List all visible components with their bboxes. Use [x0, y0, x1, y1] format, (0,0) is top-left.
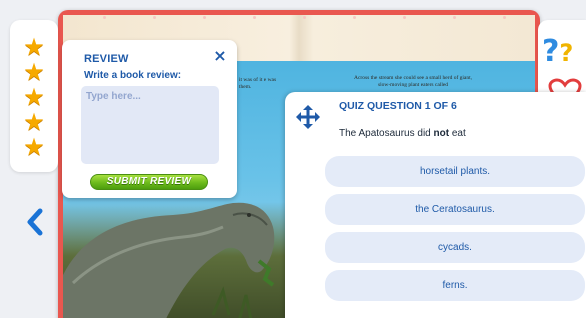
answer-option-1[interactable]: horsetail plants. [325, 156, 585, 187]
book-border-dots [63, 15, 535, 20]
star-icon[interactable]: ★ [22, 61, 46, 85]
review-popup: REVIEW × Write a book review: SUBMIT REV… [62, 40, 237, 198]
question-emphasis: not [433, 128, 450, 139]
help-button[interactable]: ?? [542, 34, 586, 70]
book-text-left: it was of it e was them. [239, 77, 277, 90]
quiz-panel: QUIZ QUESTION 1 OF 6 The Apatosaurus did… [285, 92, 586, 318]
review-prompt: Write a book review: [84, 70, 182, 81]
back-button[interactable] [22, 205, 48, 239]
rating-panel: ★ ★ ★ ★ ★ [10, 20, 58, 172]
review-input[interactable] [81, 86, 219, 164]
star-icon[interactable]: ★ [22, 36, 46, 60]
book-text-right: Across the stream she could see a small … [353, 75, 473, 88]
star-icon[interactable]: ★ [22, 136, 46, 160]
quiz-question: The Apatosaurus did not eat [339, 128, 466, 139]
question-marks-icon: ? [542, 34, 560, 69]
chevron-left-icon [27, 208, 43, 236]
star-icon[interactable]: ★ [22, 111, 46, 135]
move-icon[interactable] [295, 104, 321, 130]
submit-review-button[interactable]: SUBMIT REVIEW [90, 174, 208, 190]
close-icon[interactable]: × [212, 48, 228, 64]
quiz-title: QUIZ QUESTION 1 OF 6 [339, 100, 457, 112]
answer-option-2[interactable]: the Ceratosaurus. [325, 194, 585, 225]
star-icon[interactable]: ★ [22, 86, 46, 110]
answer-option-3[interactable]: cycads. [325, 232, 585, 263]
review-title: REVIEW [84, 53, 129, 65]
answer-option-4[interactable]: ferns. [325, 270, 585, 301]
